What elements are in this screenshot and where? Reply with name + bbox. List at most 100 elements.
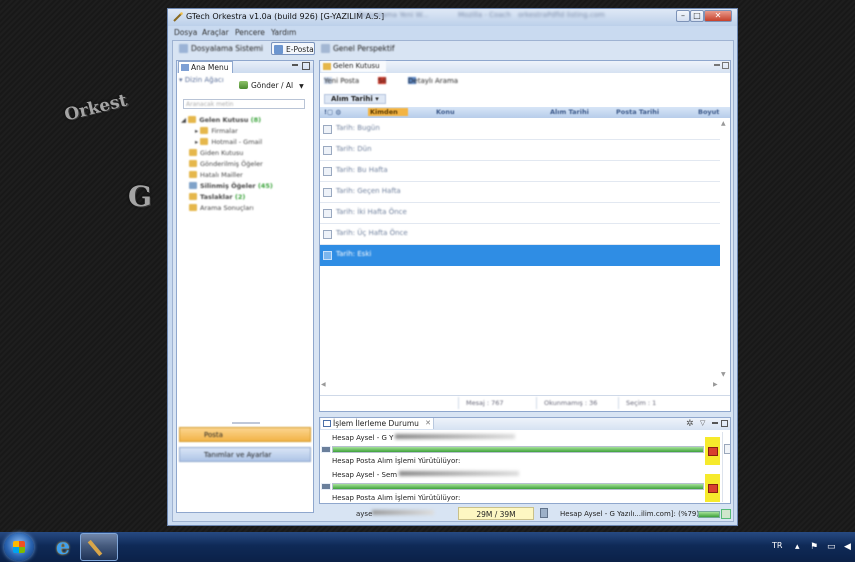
tab-label: Ana Menu [191, 63, 229, 72]
tray-expand-icon[interactable]: ▴ [795, 542, 800, 552]
tree-item-drafts[interactable]: Taslaklar (2) [189, 192, 245, 202]
unread-count: Okunmamış : 36 [544, 399, 598, 407]
panel-minimize-button[interactable] [714, 64, 720, 66]
status-progress-bar [698, 511, 720, 518]
table-row[interactable]: Tarih: Geçen Hafta [320, 182, 720, 203]
tree-item-hotmail-gmail[interactable]: ▸ Hotmail - Gmail [195, 137, 262, 147]
table-row[interactable]: Tarih: Üç Hafta Önce [320, 224, 720, 245]
tree-item-failed[interactable]: Hatalı Mailler [189, 170, 243, 180]
tree-label: Hotmail - Gmail [211, 138, 263, 146]
garbage-collect-icon[interactable] [540, 508, 548, 518]
job-progress-bar [332, 483, 704, 490]
group-label: Tarih: Eski [336, 250, 372, 258]
column-subject[interactable]: Konu [436, 108, 455, 116]
perspective-general[interactable]: Genel Perspektif [319, 42, 395, 55]
chevron-down-icon[interactable]: ▼ [299, 83, 304, 90]
expand-icon[interactable] [323, 125, 332, 134]
job-account: Hesap Aysel - G Y [332, 434, 394, 442]
tree-item-inbox[interactable]: ◢ Gelen Kutusu (8) [181, 115, 261, 125]
horizontal-scrollbar[interactable]: ◀ ▶ [320, 379, 720, 387]
column-from[interactable]: Kimden [368, 108, 408, 116]
chevron-down-icon[interactable]: ▽ [700, 419, 705, 427]
taskbar-app-orkestra[interactable] [80, 533, 118, 561]
start-button[interactable] [4, 533, 34, 561]
ghost-tab: orkestraPdfid listing.com [518, 11, 605, 19]
table-row[interactable]: Tarih: Bu Hafta [320, 161, 720, 182]
menu-window[interactable]: Pencere [235, 28, 265, 37]
group-label: Tarih: Bu Hafta [336, 166, 388, 174]
title-bar[interactable]: GTech Orkestra v1.0a (build 926) [G-YAZI… [168, 9, 737, 26]
column-icons: !▢ ◍ [324, 108, 342, 116]
nav-mail-button[interactable]: Posta [179, 427, 311, 442]
panel-maximize-button[interactable] [302, 62, 310, 70]
column-size[interactable]: Boyut [698, 108, 719, 116]
main-menu-panel: Ana Menu ▾ Dizin Ağacı Gönder / Al ▼ Aran… [176, 60, 314, 513]
column-sent[interactable]: Posta Tarihi [616, 108, 659, 116]
maximize-button[interactable]: □ [690, 10, 704, 22]
menu-tools[interactable]: Araçlar [202, 28, 229, 37]
divider [618, 397, 619, 409]
expand-icon[interactable] [323, 230, 332, 239]
stop-button[interactable] [708, 484, 718, 493]
group-by-selector[interactable]: Alım Tarihi ▾ [324, 94, 386, 104]
tree-label: Arama Sonuçları [200, 204, 254, 212]
close-icon[interactable]: ✕ [425, 418, 431, 429]
send-receive-button[interactable]: Gönder / Al ▼ [239, 81, 304, 90]
job-progress-fill [333, 447, 703, 452]
expand-icon[interactable] [323, 146, 332, 155]
table-row-selected[interactable]: Tarih: Eski [320, 245, 720, 266]
volume-icon[interactable]: ◀ [844, 542, 851, 552]
group-label: Tarih: Geçen Hafta [336, 187, 401, 195]
minimize-button[interactable]: – [676, 10, 690, 22]
job-progress-fill [333, 484, 703, 489]
tree-item-search-results[interactable]: Arama Sonuçları [189, 203, 254, 213]
panel-maximize-button[interactable] [721, 420, 728, 427]
panel-maximize-button[interactable] [722, 62, 729, 69]
menu-file[interactable]: Dosya [174, 28, 197, 37]
column-received[interactable]: Alım Tarihi [550, 108, 589, 116]
taskbar: e TR ▴ ⚑ ▭ ◀ [0, 532, 855, 562]
mail-icon [274, 45, 283, 54]
tab-main-menu[interactable]: Ana Menu [178, 61, 234, 73]
splitter-handle[interactable] [232, 422, 260, 424]
perspective-file-system[interactable]: Dosyalama Sistemi [177, 42, 263, 55]
vertical-scrollbar[interactable]: ▲▼ [720, 118, 728, 377]
stop-highlight [705, 437, 720, 465]
job-account: Hesap Aysel - Sem [332, 471, 398, 479]
panel-minimize-button[interactable] [712, 422, 718, 424]
tab-progress[interactable]: İşlem İlerleme Durumu ✕ [321, 418, 434, 429]
tab-inbox[interactable]: Gelen Kutusu [321, 61, 386, 72]
window-statusbar: ayse 29M / 39M Hesap Aysel - G Yazılı...… [172, 506, 734, 522]
nav-settings-button[interactable]: Tanımlar ve Ayarlar [179, 447, 311, 462]
tree-item-deleted[interactable]: Silinmiş Öğeler (45) [189, 181, 273, 191]
tree-item-outbox[interactable]: Giden Kutusu [189, 148, 243, 158]
menu-help[interactable]: Yardım [271, 28, 296, 37]
stop-button[interactable] [708, 447, 718, 456]
search-input[interactable]: Aranacak metin [183, 99, 305, 109]
button-label: Detaylı Arama [408, 77, 459, 85]
section-toggle[interactable]: ▾ Dizin Ağacı [179, 76, 224, 84]
language-indicator[interactable]: TR [772, 541, 782, 550]
expand-icon[interactable] [323, 209, 332, 218]
perspective-label: Dosyalama Sistemi [191, 44, 263, 53]
progress-scrollbar[interactable] [722, 432, 730, 502]
table-row[interactable]: Tarih: Bugün [320, 119, 720, 140]
tree-item-firms[interactable]: ▸ Firmalar [195, 126, 238, 136]
tree-item-sent[interactable]: Gönderilmiş Öğeler [189, 159, 263, 169]
flag-icon[interactable]: ⚑ [810, 542, 818, 552]
table-row[interactable]: Tarih: Dün [320, 140, 720, 161]
internet-explorer-icon[interactable]: e [50, 535, 76, 559]
expand-icon[interactable] [323, 167, 332, 176]
close-button[interactable]: ✕ [704, 10, 732, 22]
table-row[interactable]: Tarih: İki Hafta Önce [320, 203, 720, 224]
expand-icon[interactable] [323, 188, 332, 197]
scroll-thumb[interactable] [724, 444, 730, 454]
panel-minimize-button[interactable] [292, 64, 298, 66]
network-icon[interactable]: ▭ [827, 542, 836, 552]
perspective-email[interactable]: E-Posta [271, 42, 315, 55]
panel-header: İşlem İlerleme Durumu ✕ ✲ ▽ [320, 418, 730, 430]
progress-view-icon[interactable] [721, 509, 731, 519]
expand-icon[interactable] [323, 251, 332, 260]
clear-jobs-icon[interactable]: ✲ [686, 419, 694, 429]
desktop-watermark-logo: G [128, 180, 152, 213]
